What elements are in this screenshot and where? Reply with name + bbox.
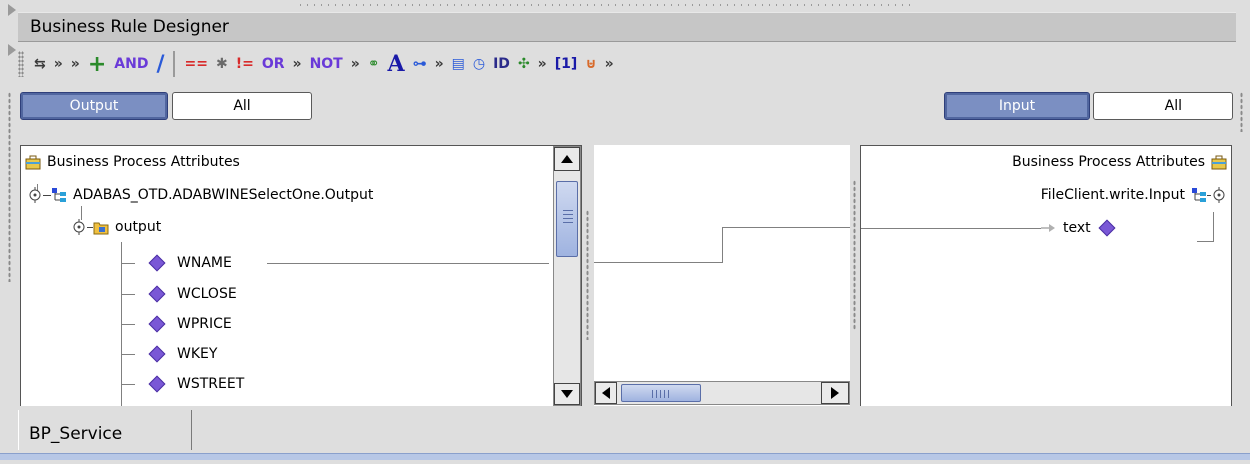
link-icon[interactable]: ⊶ bbox=[413, 50, 427, 78]
toolbar-grip[interactable] bbox=[18, 51, 24, 77]
output-tree-panel: Business Process Attributes ADABAS_OTD.A… bbox=[20, 145, 582, 407]
mapping-canvas-panel bbox=[594, 145, 850, 407]
arrow-left-icon bbox=[602, 387, 610, 399]
otd-tree-icon bbox=[52, 188, 66, 202]
horizontal-scroll-thumb[interactable] bbox=[621, 384, 701, 402]
equals-operator[interactable]: == bbox=[185, 50, 208, 78]
folder-icon bbox=[93, 222, 109, 235]
more-chevron-5[interactable]: » bbox=[435, 50, 444, 78]
left-splitter-grip[interactable] bbox=[586, 210, 589, 340]
field-wprice[interactable]: WPRICE bbox=[148, 312, 232, 336]
field-diamond-icon bbox=[1098, 219, 1116, 237]
field-wclose[interactable]: WCLOSE bbox=[148, 282, 237, 306]
left-bp-attributes-label: Business Process Attributes bbox=[47, 154, 240, 170]
output-folder-node[interactable]: output bbox=[71, 215, 161, 239]
concat-icon[interactable]: ⚭ bbox=[368, 50, 380, 78]
split-icon[interactable]: ✣ bbox=[518, 50, 530, 78]
right-otd-node[interactable]: FileClient.write.Input bbox=[1041, 183, 1227, 207]
designer-title-bar: Business Rule Designer bbox=[18, 12, 1236, 42]
more-chevron-7[interactable]: » bbox=[605, 50, 614, 78]
expand-handle-icon[interactable] bbox=[27, 187, 43, 203]
window-left-grip bbox=[6, 0, 18, 60]
operator-toolbar: ⇆ » » + AND / == ✱ != OR » NOT » ⚭ A ⊶ » ▤ ◷ ID ✣ » [1] ⊎ » bbox=[18, 44, 1236, 84]
right-otd-label: FileClient.write.Input bbox=[1040, 187, 1185, 203]
link-arrow-icon bbox=[1041, 224, 1055, 232]
briefcase-icon bbox=[1211, 155, 1227, 170]
expand-handle-icon[interactable] bbox=[1211, 187, 1227, 203]
output-all-filter-button[interactable]: All bbox=[172, 92, 312, 120]
otd-tree-icon bbox=[1192, 188, 1206, 202]
toolbar-separator bbox=[172, 51, 175, 77]
input-tree-panel: Business Process Attributes FileClient.w… bbox=[860, 145, 1232, 407]
briefcase-icon bbox=[25, 155, 41, 170]
scroll-thumb[interactable] bbox=[556, 181, 578, 257]
multiply-icon[interactable]: ✱ bbox=[216, 50, 228, 78]
left-vertical-scrollbar[interactable] bbox=[553, 146, 581, 406]
more-chevron-4[interactable]: » bbox=[351, 50, 360, 78]
field-diamond-icon bbox=[148, 315, 166, 333]
clock-icon[interactable]: ◷ bbox=[473, 50, 485, 78]
field-wstreet[interactable]: WSTREET bbox=[148, 372, 244, 396]
arrow-down-icon bbox=[561, 390, 573, 398]
status-bar-line bbox=[0, 453, 1250, 460]
input-all-filter-button[interactable]: All bbox=[1093, 92, 1233, 120]
divide-icon[interactable]: / bbox=[156, 50, 164, 78]
right-splitter-grip[interactable] bbox=[853, 180, 856, 330]
left-edge-grip bbox=[8, 92, 11, 282]
rule-move-icon[interactable]: ⇆ bbox=[34, 50, 46, 78]
field-diamond-icon bbox=[148, 345, 166, 363]
field-diamond-icon bbox=[148, 254, 166, 272]
right-edge-grip bbox=[1240, 92, 1243, 132]
left-otd-node[interactable]: ADABAS_OTD.ADABWINESelectOne.Output bbox=[27, 183, 373, 207]
and-operator[interactable]: AND bbox=[114, 50, 148, 78]
scroll-right-button[interactable] bbox=[821, 382, 849, 404]
bottom-tab-strip bbox=[18, 406, 1250, 450]
field-wname[interactable]: WNAME bbox=[148, 251, 232, 275]
window-title: Business Rule Designer bbox=[30, 17, 229, 37]
document-icon[interactable]: ▤ bbox=[452, 50, 465, 78]
scroll-left-button[interactable] bbox=[595, 382, 617, 404]
field-diamond-icon bbox=[148, 375, 166, 393]
mapping-link-line[interactable] bbox=[594, 262, 722, 263]
left-bp-attributes-node[interactable]: Business Process Attributes bbox=[25, 150, 240, 174]
string-literal-icon[interactable]: A bbox=[388, 50, 405, 78]
scroll-down-button[interactable] bbox=[554, 383, 580, 405]
field-diamond-icon bbox=[148, 285, 166, 303]
add-icon[interactable]: + bbox=[88, 50, 106, 78]
right-bp-attributes-label: Business Process Attributes bbox=[1012, 154, 1205, 170]
right-bp-attributes-node[interactable]: Business Process Attributes bbox=[1012, 150, 1227, 174]
title-drag-dots bbox=[300, 4, 910, 6]
mapping-link-line[interactable] bbox=[722, 227, 723, 263]
not-operator[interactable]: NOT bbox=[310, 50, 343, 78]
more-chevron-3[interactable]: » bbox=[293, 50, 302, 78]
input-field-text[interactable]: text bbox=[1041, 216, 1116, 240]
expand-handle-icon[interactable] bbox=[71, 219, 87, 235]
arrow-up-icon bbox=[561, 155, 573, 163]
more-chevron-1[interactable]: » bbox=[54, 50, 63, 78]
scroll-up-button[interactable] bbox=[554, 147, 580, 171]
input-filter-button[interactable]: Input bbox=[944, 92, 1090, 120]
id-icon[interactable]: ID bbox=[493, 50, 510, 78]
not-equals-operator[interactable]: != bbox=[236, 50, 254, 78]
mapping-horizontal-scrollbar[interactable] bbox=[594, 381, 850, 405]
bp-service-tab[interactable]: BP_Service bbox=[18, 410, 192, 450]
output-folder-label: output bbox=[115, 219, 162, 235]
output-filter-button[interactable]: Output bbox=[20, 92, 168, 120]
array-index-icon[interactable]: [1] bbox=[555, 50, 578, 78]
arrow-right-icon bbox=[831, 387, 839, 399]
merge-icon[interactable]: ⊎ bbox=[585, 50, 596, 78]
bp-service-tab-label: BP_Service bbox=[29, 424, 123, 444]
more-chevron-6[interactable]: » bbox=[538, 50, 547, 78]
field-wkey[interactable]: WKEY bbox=[148, 342, 217, 366]
more-chevron-2[interactable]: » bbox=[71, 50, 80, 78]
mapping-link-line[interactable] bbox=[722, 227, 850, 228]
left-otd-label: ADABAS_OTD.ADABWINESelectOne.Output bbox=[73, 187, 374, 203]
or-operator[interactable]: OR bbox=[262, 50, 285, 78]
